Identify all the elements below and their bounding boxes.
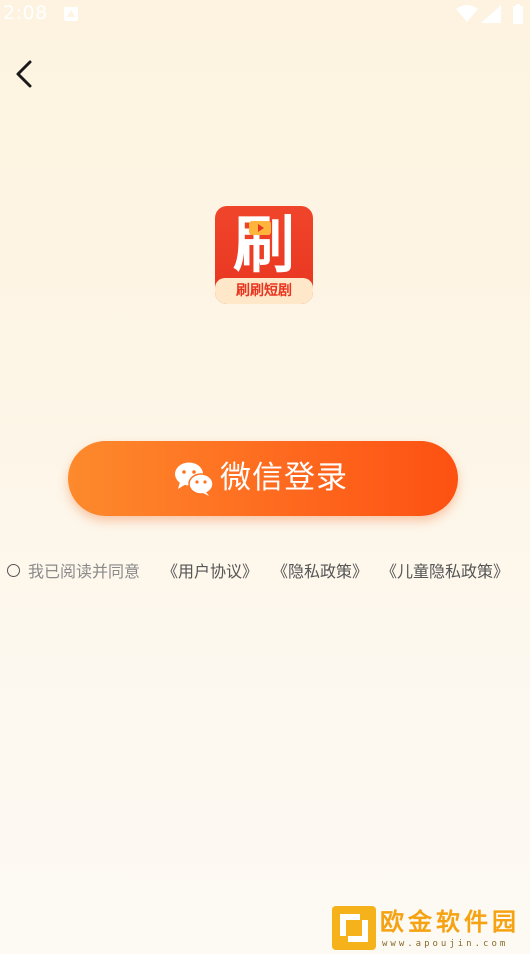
chevron-left-icon [16, 60, 32, 88]
user-agreement-link[interactable]: 《用户协议》 [162, 560, 258, 584]
agree-text: 我已阅读并同意 [28, 562, 141, 581]
wifi-icon [456, 5, 478, 22]
play-icon [249, 221, 271, 235]
back-button[interactable] [8, 56, 42, 92]
logo-app-name: 刷刷短剧 [236, 283, 292, 299]
signal-icon [481, 5, 501, 23]
status-bar: 2:08 [0, 0, 530, 30]
app-logo: 刷 刷刷短剧 [215, 206, 313, 304]
wechat-icon [175, 462, 214, 496]
watermark-url: www.apoujin.com [382, 939, 509, 949]
notification-icon [64, 7, 78, 21]
watermark-logo-icon [332, 906, 376, 950]
privacy-policy-link[interactable]: 《隐私政策》 [272, 560, 368, 584]
wechat-login-label: 微信登录 [220, 460, 348, 496]
status-time: 2:08 [3, 2, 48, 24]
watermark-name: 欧金软件园 [380, 908, 520, 936]
watermark: 欧金软件园 www.apoujin.com [332, 906, 524, 952]
agreement-row: 我已阅读并同意 《用户协议》 《隐私政策》 《儿童隐私政策》 [7, 560, 527, 584]
child-privacy-policy-link[interactable]: 《儿童隐私政策》 [381, 560, 509, 584]
battery-icon [513, 4, 523, 24]
wechat-login-button[interactable]: 微信登录 [68, 441, 458, 516]
agree-radio[interactable] [7, 564, 20, 577]
